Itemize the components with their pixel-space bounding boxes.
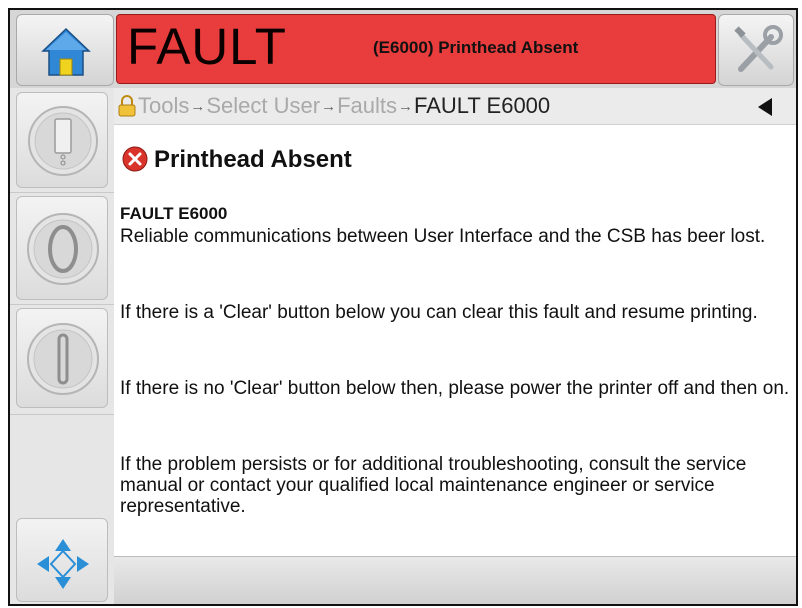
home-button[interactable] [16,14,114,86]
error-icon [122,146,148,172]
printer-screen: FAULT (E6000) Printhead Absent Tools→Sel… [8,8,798,606]
lock-icon [118,95,136,117]
support-instructions: If the problem persists or for additiona… [120,454,747,517]
fault-heading: Printhead Absent [122,146,352,174]
navigation-button[interactable] [16,518,108,602]
clear-instructions: If there is a 'Clear' button below you c… [120,302,758,323]
fault-banner[interactable]: FAULT (E6000) Printhead Absent [116,14,716,84]
back-arrow-icon[interactable] [758,98,772,116]
left-rail [10,88,114,604]
power-on-icon [27,323,99,395]
power-cycle-instructions: If there is no 'Clear' button below then… [120,378,790,399]
fault-title: FAULT [127,18,287,75]
breadcrumb-current: FAULT E6000 [414,93,551,118]
fault-code: FAULT E6000 [120,204,228,223]
bottom-action-bar [114,556,796,604]
power-off-button[interactable] [16,196,108,300]
breadcrumb-tools[interactable]: Tools [138,93,189,118]
breadcrumb: Tools→Select User→Faults→FAULT E6000 [114,88,796,125]
fault-description: Reliable communications between User Int… [120,226,766,247]
content-pane: Tools→Select User→Faults→FAULT E6000 Pri… [114,88,796,556]
home-icon [41,27,91,76]
power-off-icon [27,213,99,285]
four-way-arrow-icon [37,539,89,589]
breadcrumb-select-user[interactable]: Select User [206,93,320,118]
tools-icon [734,25,783,72]
power-on-button[interactable] [16,308,108,408]
fault-heading-text: Printhead Absent [154,146,352,173]
breadcrumb-faults[interactable]: Faults [337,93,397,118]
fault-message: (E6000) Printhead Absent [373,38,579,57]
printhead-icon [28,106,98,176]
tools-button[interactable] [718,14,794,86]
ink-system-button[interactable] [16,92,108,188]
